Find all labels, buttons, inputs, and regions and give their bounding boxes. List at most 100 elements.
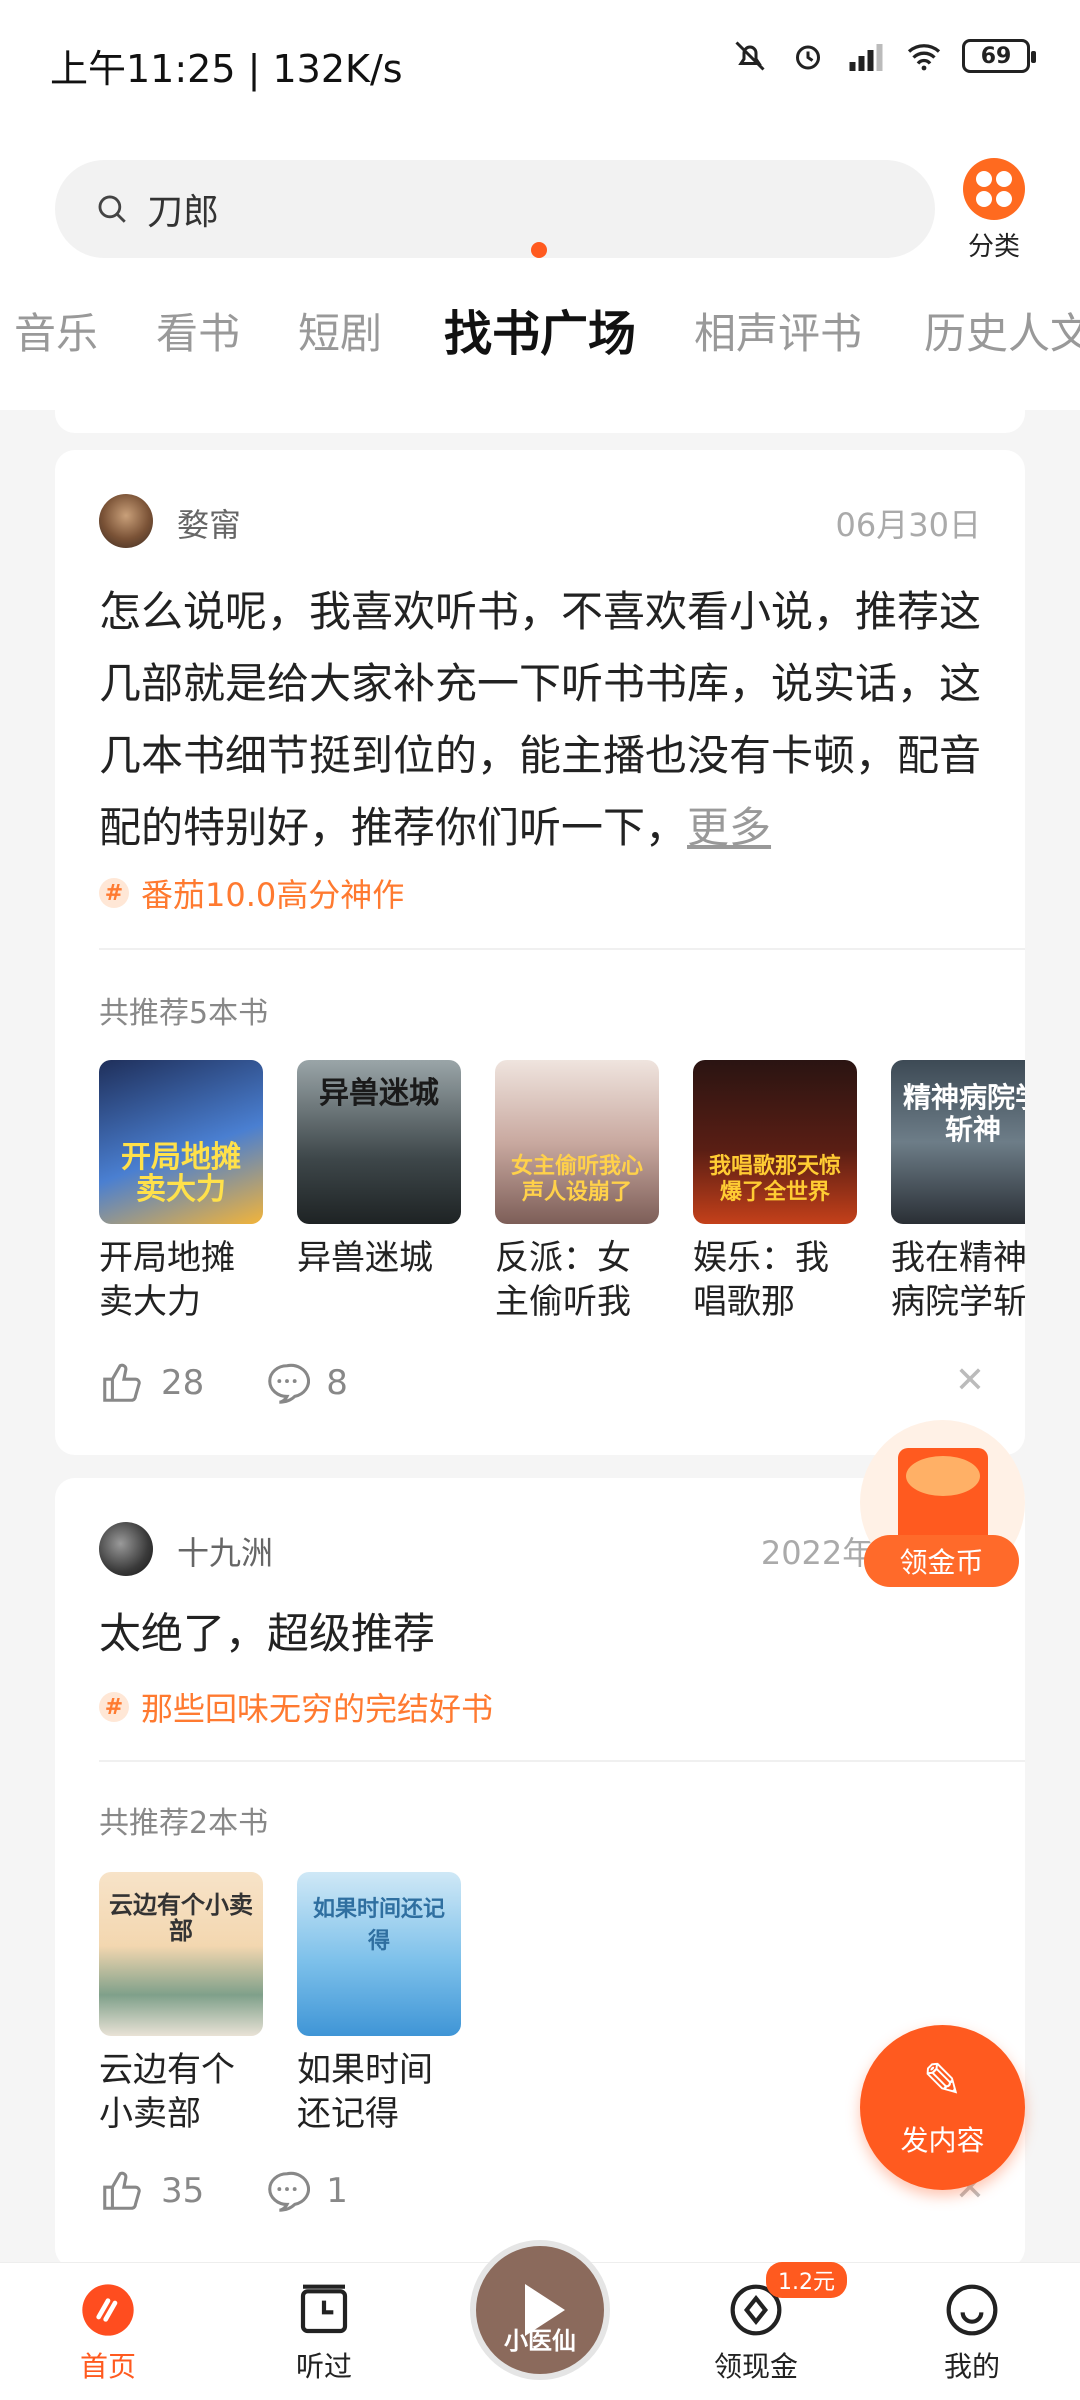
book-title: 云边有个小卖部: [99, 2050, 235, 2134]
avatar[interactable]: [99, 494, 153, 548]
cover-text: 如果时间还记得: [312, 1897, 445, 1954]
book-cover: 异兽迷城: [297, 1060, 461, 1224]
book-cover: 如果时间还记得: [297, 1872, 461, 2036]
book-item[interactable]: 开局地摊卖大力 开局地摊卖大力: [99, 1060, 263, 1324]
book-cover: 女主偷听我心声人设崩了: [495, 1060, 659, 1224]
audio-player-button[interactable]: 小医仙: [470, 2240, 610, 2380]
thumbs-up-icon: [103, 2171, 141, 2210]
topic-label: 番茄10.0高分神作: [141, 876, 405, 914]
cover-text: 女主偷听我心声人设崩了: [510, 1154, 643, 1205]
post-actions: 28 8: [99, 1360, 388, 1406]
more-link[interactable]: 更多: [687, 803, 771, 852]
nav-history[interactable]: 听过: [264, 2281, 384, 2385]
cover-text: 云边有个小卖部: [109, 1891, 253, 1945]
cash-badge: 1.2元: [766, 2262, 847, 2298]
post-content-label: 发内容: [900, 2124, 985, 2157]
close-icon[interactable]: ✕: [955, 1360, 985, 1401]
avatar[interactable]: [99, 1522, 153, 1576]
cover-text: 我唱歌那天惊爆了全世界: [708, 1154, 841, 1205]
post-content-button[interactable]: ✎ 发内容: [860, 2025, 1025, 2190]
nav-profile-label: 我的: [943, 2350, 1000, 2383]
category-label: 分类: [967, 232, 1020, 262]
book-title: 异兽迷城: [297, 1238, 433, 1278]
category-button[interactable]: 分类: [958, 158, 1030, 263]
recommend-count: 共推荐5本书: [99, 996, 269, 1031]
mute-bell-icon: [730, 36, 770, 76]
comment-icon: [268, 2171, 311, 2212]
book-list: 云边有个小卖部 云边有个小卖部 如果时间还记得 如果时间还记得: [99, 1872, 461, 2136]
book-title: 反派：女主偷听我心…: [495, 1238, 631, 1322]
quill-icon: ✎: [922, 2053, 963, 2109]
book-title: 开局地摊卖大力: [99, 1238, 235, 1322]
search-bar[interactable]: 刀郎: [55, 160, 935, 258]
active-tab-indicator: [531, 242, 547, 258]
signal-icon: [846, 36, 886, 76]
tab-short-drama[interactable]: 短剧: [298, 300, 382, 361]
coin-reward-label: 领金币: [864, 1535, 1019, 1587]
red-envelope-icon: [898, 1448, 988, 1548]
nav-home[interactable]: 首页: [48, 2281, 168, 2385]
tab-history[interactable]: 历史人文: [924, 300, 1080, 361]
book-item[interactable]: 精神病院学斩神 我在精神病院学斩神: [891, 1060, 1025, 1324]
book-cover: 精神病院学斩神: [891, 1060, 1025, 1224]
like-count: 28: [161, 1363, 205, 1403]
cover-text: 开局地摊卖大力: [121, 1140, 241, 1207]
tab-music[interactable]: 音乐: [14, 300, 98, 361]
like-button[interactable]: 35: [99, 2168, 204, 2214]
topic-tag[interactable]: # 那些回味无穷的完结好书: [99, 1684, 493, 1730]
username[interactable]: 十九洲: [177, 1528, 273, 1574]
divider: [99, 1760, 1025, 1762]
tab-read[interactable]: 看书: [156, 300, 240, 361]
home-icon: [79, 2281, 137, 2339]
search-query[interactable]: 刀郎: [147, 183, 219, 235]
topic-tag[interactable]: # 番茄10.0高分神作: [99, 870, 404, 916]
alarm-icon: [788, 36, 828, 76]
comment-count: 1: [326, 2171, 348, 2211]
book-title: 我在精神病院学斩神: [891, 1238, 1025, 1322]
tab-crosstalk[interactable]: 相声评书: [694, 300, 862, 361]
comment-count: 8: [326, 1363, 348, 1403]
nav-history-label: 听过: [295, 2350, 352, 2383]
book-item[interactable]: 女主偷听我心声人设崩了 反派：女主偷听我心…: [495, 1060, 659, 1324]
like-button[interactable]: 28: [99, 1360, 204, 1406]
status-icons: 69: [730, 36, 1036, 76]
book-item[interactable]: 如果时间还记得 如果时间还记得: [297, 1872, 461, 2136]
book-title: 娱乐：我唱歌那天，…: [693, 1238, 829, 1322]
history-icon: [295, 2281, 353, 2339]
divider: [99, 948, 1025, 950]
status-separator: |: [247, 47, 273, 91]
book-item[interactable]: 云边有个小卖部 云边有个小卖部: [99, 1872, 263, 2136]
post-text[interactable]: 怎么说呢，我喜欢听书，不喜欢看小说，推荐这几部就是给大家补充一下听书书库，说实话…: [99, 576, 989, 864]
battery-indicator: 69: [962, 39, 1036, 73]
wifi-icon: [904, 36, 944, 76]
smile-icon: [943, 2281, 1001, 2339]
recommend-count: 共推荐2本书: [99, 1806, 269, 1841]
post-text[interactable]: 太绝了，超级推荐: [99, 1598, 989, 1670]
book-cover: 我唱歌那天惊爆了全世界: [693, 1060, 857, 1224]
coin-reward-button[interactable]: 领金币: [860, 1420, 1025, 1590]
book-list: 开局地摊卖大力 开局地摊卖大力 异兽迷城 异兽迷城 女主偷听我心声人设崩了 反派…: [99, 1060, 1025, 1324]
book-title: 如果时间还记得: [297, 2050, 433, 2134]
like-count: 35: [161, 2171, 205, 2211]
post-actions: 35 1: [99, 2168, 388, 2214]
comment-button[interactable]: 1: [264, 2168, 348, 2214]
header: 刀郎 分类 音乐 看书 短剧 找书广场 相声评书 历史人文: [0, 120, 1080, 410]
post-card[interactable]: 婺甯 06月30日 怎么说呢，我喜欢听书，不喜欢看小说，推荐这几部就是给大家补充…: [55, 450, 1025, 1455]
network-speed: 132K/s: [272, 47, 403, 91]
comment-button[interactable]: 8: [264, 1360, 348, 1406]
nav-profile[interactable]: 我的: [912, 2281, 1032, 2385]
username[interactable]: 婺甯: [177, 500, 241, 546]
hashtag-icon: #: [99, 1692, 129, 1722]
book-item[interactable]: 异兽迷城 异兽迷城: [297, 1060, 461, 1324]
book-cover: 开局地摊卖大力: [99, 1060, 263, 1224]
post-date: 06月30日: [835, 506, 981, 544]
time-text: 上午11:25: [50, 47, 236, 91]
tab-book-plaza[interactable]: 找书广场: [444, 294, 636, 364]
book-item[interactable]: 我唱歌那天惊爆了全世界 娱乐：我唱歌那天，…: [693, 1060, 857, 1324]
status-bar: 上午11:25 | 132K/s 69: [0, 0, 1080, 120]
search-icon: [98, 195, 126, 223]
category-icon: [963, 158, 1025, 220]
thumbs-up-icon: [103, 1363, 141, 1402]
cover-text: 精神病院学斩神: [902, 1081, 1025, 1146]
book-cover: 云边有个小卖部: [99, 1872, 263, 2036]
